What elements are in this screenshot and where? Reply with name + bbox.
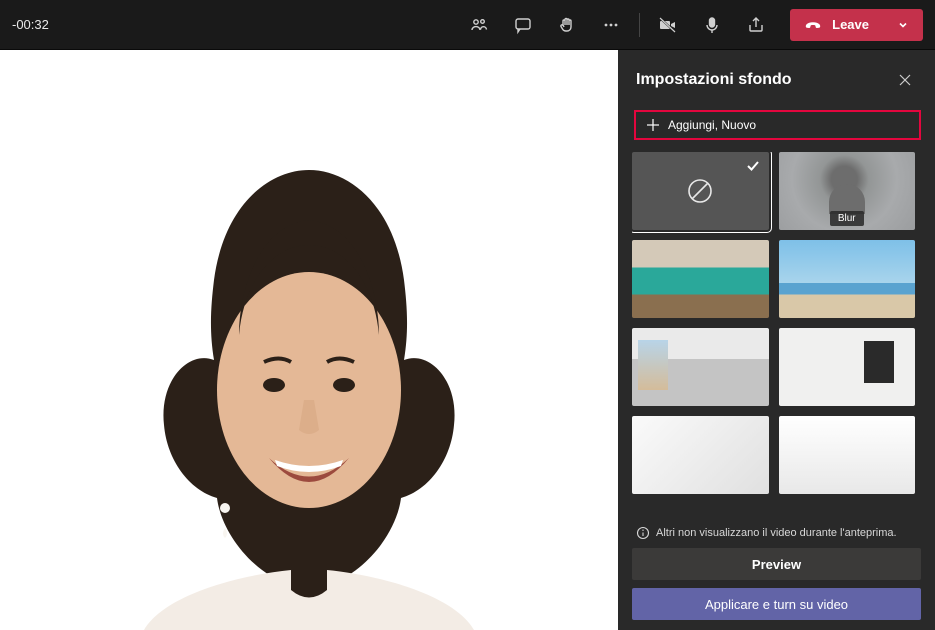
- people-icon: [469, 15, 489, 35]
- info-text: Altri non visualizzano il video durante …: [656, 527, 897, 539]
- more-button[interactable]: [589, 0, 633, 50]
- info-icon: [636, 526, 650, 540]
- call-timer: -00:32: [12, 17, 49, 32]
- plus-icon: [646, 118, 660, 132]
- people-button[interactable]: [457, 0, 501, 50]
- chevron-down-icon: [897, 19, 909, 31]
- close-button[interactable]: [893, 68, 917, 92]
- toolbar-divider: [639, 13, 640, 37]
- leave-label: Leave: [832, 17, 869, 32]
- blur-label: Blur: [830, 211, 864, 226]
- toolbar-group-left: [457, 0, 633, 50]
- panel-title: Impostazioni sfondo: [636, 71, 792, 89]
- check-icon: [745, 158, 761, 174]
- bg-option-loft-window[interactable]: [632, 328, 769, 406]
- share-icon: [746, 15, 766, 35]
- more-icon: [601, 15, 621, 35]
- add-new-label: Aggiungi, Nuovo: [668, 118, 756, 132]
- background-settings-panel: Impostazioni sfondo Aggiungi, Nuovo: [618, 50, 935, 630]
- person-silhouette: [69, 130, 549, 630]
- camera-button[interactable]: [646, 0, 690, 50]
- hangup-icon: [804, 16, 822, 34]
- close-icon: [898, 73, 912, 87]
- toolbar-group-right: [646, 0, 778, 50]
- add-new-button[interactable]: Aggiungi, Nuovo: [634, 110, 921, 140]
- leave-button[interactable]: Leave: [790, 9, 923, 41]
- bg-option-none[interactable]: [632, 152, 769, 230]
- microphone-button[interactable]: [690, 0, 734, 50]
- video-preview-area: [0, 50, 618, 630]
- preview-info-row: Altri non visualizzano il video durante …: [632, 518, 921, 548]
- preview-button[interactable]: Preview: [632, 548, 921, 580]
- hand-icon: [557, 15, 577, 35]
- chat-icon: [513, 15, 533, 35]
- bg-option-beach[interactable]: [779, 240, 916, 318]
- bg-option-white-1[interactable]: [632, 416, 769, 494]
- bg-option-office-lockers[interactable]: [632, 240, 769, 318]
- raise-hand-button[interactable]: [545, 0, 589, 50]
- bg-option-white-2[interactable]: [779, 416, 916, 494]
- meeting-toolbar: -00:32: [0, 0, 935, 50]
- share-button[interactable]: [734, 0, 778, 50]
- camera-off-icon: [658, 15, 678, 35]
- background-grid: Blur: [632, 152, 921, 494]
- none-icon: [686, 177, 714, 205]
- bg-option-mirror-room[interactable]: [779, 328, 916, 406]
- chat-button[interactable]: [501, 0, 545, 50]
- apply-button[interactable]: Applicare e turn su video: [632, 588, 921, 620]
- bg-option-blur[interactable]: Blur: [779, 152, 916, 230]
- microphone-icon: [702, 15, 722, 35]
